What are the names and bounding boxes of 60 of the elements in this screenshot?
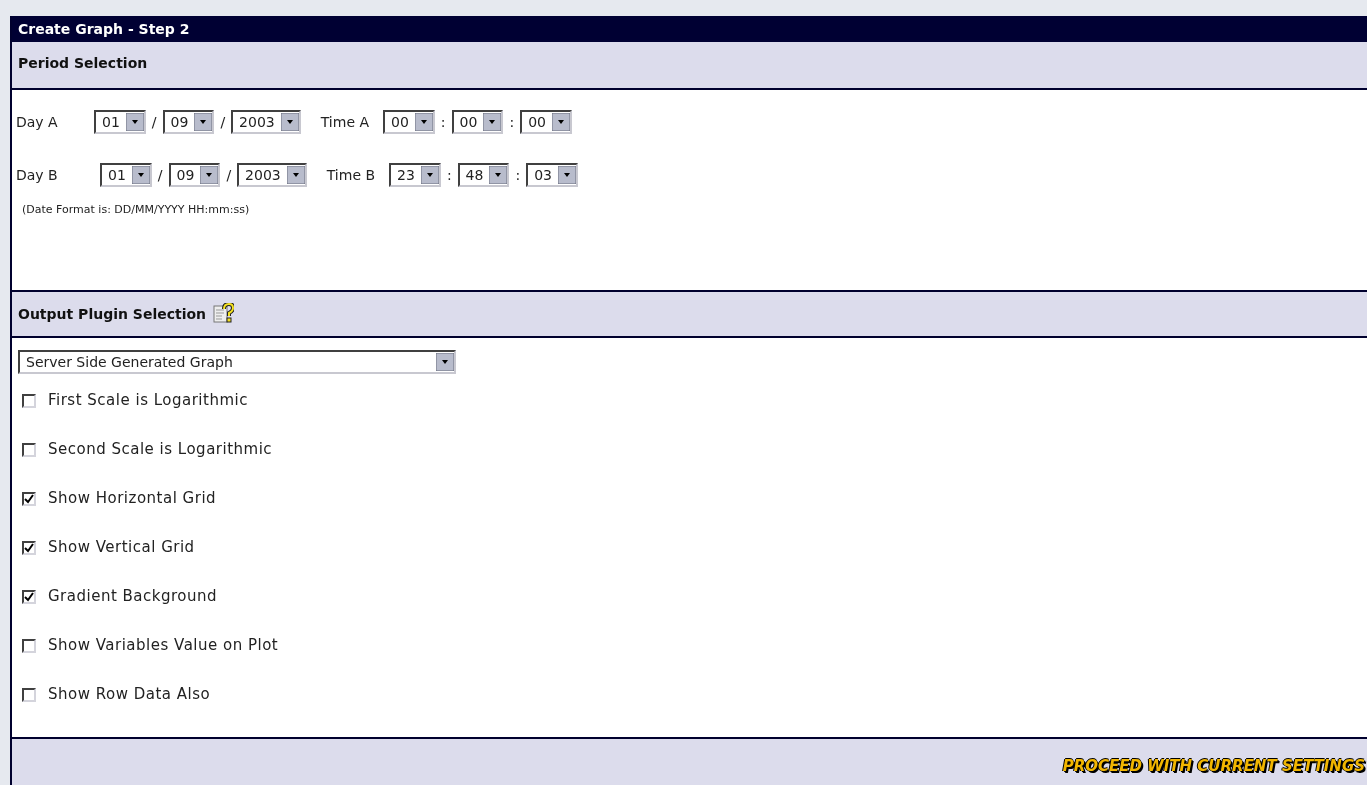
check-icon [24, 493, 34, 504]
checkbox[interactable] [22, 491, 36, 506]
select-field[interactable]: 00 [520, 110, 572, 134]
select-field[interactable]: 2003 [237, 163, 307, 187]
time-label: Time B [326, 165, 376, 185]
caret-icon [200, 166, 219, 184]
option-label: Second Scale is Logarithmic [48, 439, 273, 461]
select-field[interactable]: 01 [94, 110, 146, 134]
option-label: Show Row Data Also [48, 684, 211, 706]
separator: / [156, 165, 164, 185]
day-label: Day B [16, 165, 59, 185]
select-field[interactable]: 00 [383, 110, 435, 134]
separator: / [150, 112, 158, 132]
checkbox[interactable] [22, 638, 36, 653]
separator: : [514, 165, 522, 185]
select-field[interactable]: Server Side Generated Graph [18, 350, 456, 374]
caret-icon [489, 166, 508, 184]
caret-icon [551, 113, 570, 131]
caret-icon [194, 113, 213, 131]
option-label: Show Horizontal Grid [48, 488, 217, 510]
check-icon [24, 591, 34, 602]
select-field[interactable]: 09 [162, 110, 215, 134]
date-format-note: (Date Format is: DD/MM/YYYY HH:mm:ss) [22, 202, 251, 218]
caret-icon [483, 113, 502, 131]
section-title: Output Plugin Selection [18, 304, 207, 324]
select-field[interactable]: 2003 [231, 110, 301, 134]
caret-icon [286, 166, 305, 184]
caret-icon [420, 166, 439, 184]
check-icon [24, 542, 34, 553]
checkbox[interactable] [22, 442, 36, 457]
option-label: Show Vertical Grid [48, 537, 195, 559]
caret-icon [414, 113, 433, 131]
time-label: Time A [320, 112, 370, 132]
caret-icon [280, 113, 299, 131]
checkbox[interactable] [22, 540, 36, 555]
separator: / [225, 165, 233, 185]
option-label: Gradient Background [48, 586, 218, 608]
window-title: Create Graph - Step 2 [18, 19, 190, 39]
option-label: Show Variables Value on Plot [48, 635, 279, 657]
caret-icon [436, 353, 454, 371]
select-field[interactable]: 09 [168, 163, 221, 187]
caret-icon [131, 166, 150, 184]
separator: : [445, 165, 453, 185]
separator: : [508, 112, 516, 132]
select-field[interactable]: 00 [451, 110, 504, 134]
caret-icon [125, 113, 144, 131]
day-label: Day A [16, 112, 59, 132]
option-label: First Scale is Logarithmic [48, 390, 248, 412]
checkbox[interactable] [22, 687, 36, 702]
checkbox[interactable] [22, 589, 36, 604]
select-field[interactable]: 48 [457, 163, 510, 187]
separator: / [219, 112, 227, 132]
select-field[interactable]: 03 [526, 163, 578, 187]
help-icon[interactable] [212, 303, 235, 325]
section-title: Period Selection [18, 54, 148, 73]
select-field[interactable]: 01 [100, 163, 152, 187]
separator: : [439, 112, 447, 132]
caret-icon [558, 166, 576, 184]
checkbox[interactable] [22, 393, 36, 408]
select-field[interactable]: 23 [389, 163, 441, 187]
